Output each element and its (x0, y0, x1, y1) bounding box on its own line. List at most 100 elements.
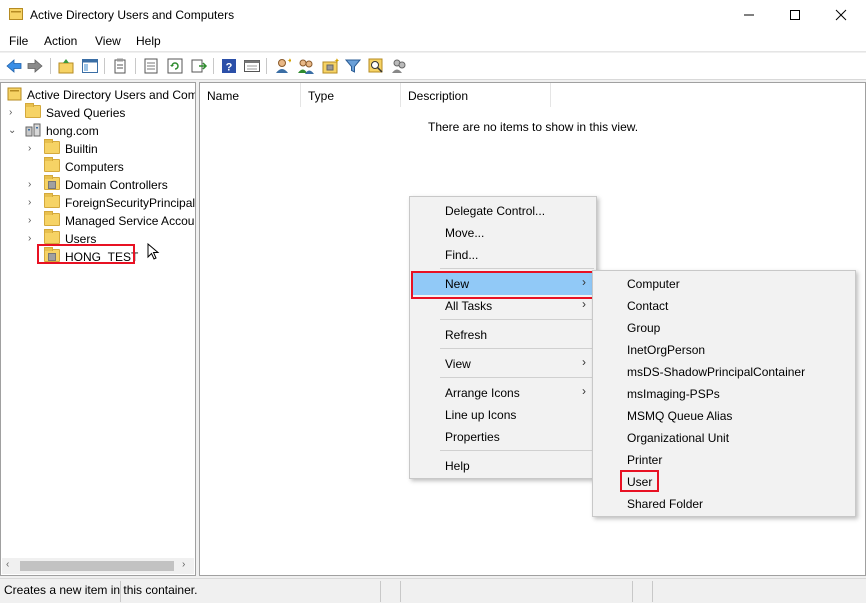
status-text: Creates a new item in this container. (4, 583, 198, 597)
menu-item-label: Properties (445, 430, 500, 444)
back-arrow-icon[interactable] (5, 57, 23, 75)
help-icon[interactable]: ? (220, 57, 238, 75)
toolbar: ? ✦ ✦ (0, 53, 866, 80)
up-folder-icon[interactable] (57, 57, 75, 75)
scrollbar-thumb[interactable] (20, 561, 174, 571)
menu-help[interactable]: Help (136, 34, 161, 48)
tree-item-label: hong.com (46, 124, 99, 138)
svg-text:✦: ✦ (334, 57, 339, 65)
new-ou-icon[interactable]: ✦ (321, 57, 339, 75)
menu-item-label: Group (627, 321, 661, 335)
chevron-right-icon[interactable]: › (9, 107, 19, 118)
tree-item-domain[interactable]: ⌄ hong.com (5, 122, 195, 140)
tree-item-saved-queries[interactable]: › Saved Queries (5, 103, 195, 122)
menu-item-arrange-icons[interactable]: Arrange Icons › (412, 382, 596, 404)
new-msimaging-psps-item[interactable]: msImaging-PSPs (595, 383, 853, 405)
domain-icon (25, 123, 41, 137)
export-icon[interactable] (190, 57, 208, 75)
export-list-icon[interactable] (142, 57, 160, 75)
new-group-icon[interactable] (297, 57, 315, 75)
menu-file[interactable]: File (9, 34, 28, 48)
add-to-group-icon[interactable] (390, 57, 408, 75)
show-hide-tree-icon[interactable] (81, 57, 99, 75)
tree-item-managed-service-accounts[interactable]: › Managed Service Accour (5, 211, 195, 230)
new-msmq-queue-alias-item[interactable]: MSMQ Queue Alias (595, 405, 853, 427)
menu-item-label: Help (445, 459, 470, 473)
column-label: Description (408, 89, 469, 103)
tree-pane[interactable]: Active Directory Users and Com › Saved Q… (0, 82, 196, 576)
chevron-right-icon[interactable]: › (28, 143, 38, 154)
chevron-right-icon: › (582, 355, 586, 369)
status-bar: Creates a new item in this container. (0, 578, 866, 603)
menu-separator (440, 377, 594, 378)
tree-root[interactable]: Active Directory Users and Com (5, 86, 195, 104)
tree-item-foreign-security-principals[interactable]: › ForeignSecurityPrincipals (5, 193, 195, 212)
close-button[interactable] (818, 0, 864, 30)
menu-item-view[interactable]: View › (412, 353, 596, 375)
menu-item-label: View (445, 357, 471, 371)
folder-icon (44, 157, 60, 172)
menu-separator (440, 348, 594, 349)
folder-icon (44, 211, 60, 226)
menu-item-line-up-icons[interactable]: Line up Icons (412, 404, 596, 426)
new-shared-folder-item[interactable]: Shared Folder (595, 493, 853, 515)
menu-item-properties[interactable]: Properties (412, 426, 596, 448)
scroll-right-icon[interactable]: › (182, 559, 185, 570)
refresh-icon[interactable] (166, 57, 184, 75)
tree-item-builtin[interactable]: › Builtin (5, 139, 195, 158)
chevron-right-icon: › (582, 297, 586, 311)
menu-item-label: Contact (627, 299, 669, 313)
maximize-button[interactable] (772, 0, 818, 30)
menu-action[interactable]: Action (44, 34, 77, 48)
new-printer-item[interactable]: Printer (595, 449, 853, 471)
menu-item-help[interactable]: Help (412, 455, 596, 477)
menu-item-move[interactable]: Move... (412, 222, 596, 244)
find-icon[interactable] (367, 57, 385, 75)
menu-item-label: Move... (445, 226, 485, 240)
tree-item-computers[interactable]: Computers (5, 157, 195, 176)
column-header-name[interactable]: Name (200, 83, 301, 107)
new-inetorgperson-item[interactable]: InetOrgPerson (595, 339, 853, 361)
column-header-type[interactable]: Type (301, 83, 401, 107)
filter-icon[interactable] (344, 57, 362, 75)
scroll-left-icon[interactable]: ‹ (6, 559, 9, 570)
menu-item-delegate-control[interactable]: Delegate Control... (412, 200, 596, 222)
column-label: Type (308, 89, 335, 103)
new-user-icon[interactable]: ✦ (273, 57, 291, 75)
folder-icon (25, 103, 41, 118)
menu-item-label: Line up Icons (445, 408, 517, 422)
new-group-item[interactable]: Group (595, 317, 853, 339)
ou-folder-icon (44, 175, 60, 190)
context-menu: Delegate Control... Move... Find... New ›… (409, 196, 597, 479)
menu-view[interactable]: View (95, 34, 121, 48)
new-organizational-unit-item[interactable]: Organizational Unit (595, 427, 853, 449)
new-contact-item[interactable]: Contact (595, 295, 853, 317)
chevron-down-icon[interactable]: ⌄ (8, 125, 18, 136)
tree-item-domain-controllers[interactable]: › Domain Controllers (5, 175, 195, 194)
menu-item-refresh[interactable]: Refresh (412, 324, 596, 346)
new-computer-item[interactable]: Computer (595, 273, 853, 295)
column-header-description[interactable]: Description (401, 83, 551, 107)
empty-list-message: There are no items to show in this view. (428, 120, 639, 134)
chevron-right-icon[interactable]: › (28, 197, 38, 208)
menu-item-find[interactable]: Find... (412, 244, 596, 266)
console-view-icon[interactable] (243, 57, 261, 75)
menu-item-label: Arrange Icons (445, 386, 520, 400)
chevron-right-icon[interactable]: › (28, 215, 38, 226)
forward-arrow-icon[interactable] (26, 57, 44, 75)
tree-horizontal-scrollbar[interactable]: ‹ › (2, 558, 194, 574)
maximize-icon (790, 10, 800, 20)
menu-item-label: Find... (445, 248, 479, 262)
minimize-button[interactable] (726, 0, 772, 30)
menu-item-label: msImaging-PSPs (627, 387, 720, 401)
chevron-right-icon[interactable]: › (28, 179, 38, 190)
menu-item-label: Shared Folder (627, 497, 704, 511)
svg-text:✦: ✦ (287, 57, 291, 65)
close-icon (835, 9, 847, 21)
menu-item-label: InetOrgPerson (627, 343, 706, 357)
chevron-right-icon[interactable]: › (28, 233, 38, 244)
clipboard-icon[interactable] (111, 57, 129, 75)
new-msds-shadow-principal-container-item[interactable]: msDS-ShadowPrincipalContainer (595, 361, 853, 383)
window-title: Active Directory Users and Computers (30, 8, 235, 22)
new-menu-highlight-box (411, 271, 597, 299)
